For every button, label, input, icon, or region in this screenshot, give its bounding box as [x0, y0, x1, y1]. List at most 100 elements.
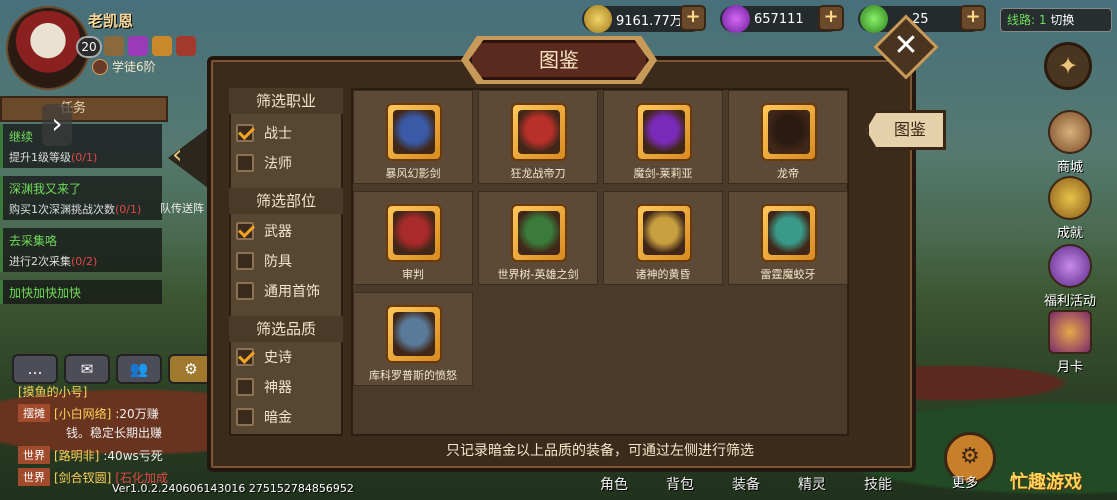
filter-option-warrior[interactable]: 战士: [236, 122, 292, 144]
checkbox[interactable]: [236, 282, 254, 300]
task-item[interactable]: 继续 提升1级等级(0/1): [0, 124, 162, 168]
gauntlet-steel-icon: [386, 305, 442, 363]
main-menu-button[interactable]: ✦: [1044, 42, 1092, 90]
tab-spirit[interactable]: 精灵: [798, 474, 826, 494]
shield-badge-icon: [104, 36, 124, 56]
tab-character[interactable]: 角色: [600, 474, 628, 494]
checkbox[interactable]: [236, 408, 254, 426]
task-desc: 提升1级等级: [9, 151, 71, 164]
filter-heading-quality: 筛选品质: [229, 316, 343, 342]
tab-equipment[interactable]: 装备: [732, 474, 760, 494]
codex-side-tab[interactable]: 图鉴: [866, 110, 946, 150]
filter-option-label: 防具: [264, 254, 292, 270]
filter-option-label: 战士: [264, 126, 292, 142]
item-cell[interactable]: 诸神的黄昏: [603, 191, 723, 285]
gem-value: 657111: [754, 11, 804, 27]
dragon-dark-icon: [761, 103, 817, 161]
line-switch-label: 切换: [1050, 13, 1075, 27]
filter-option-dark-gold[interactable]: 暗金: [236, 406, 292, 428]
monthly-card-button[interactable]: 月卡: [1046, 310, 1094, 375]
codex-footer-note: 只记录暗金以上品质的装备，可通过左侧进行筛选: [446, 443, 754, 459]
item-name: 龙帝: [777, 167, 799, 180]
version-label: Ver1.0.2.240606143016 275152784856952: [112, 482, 354, 495]
filter-option-label: 暗金: [264, 410, 292, 426]
item-cell[interactable]: 龙帝: [728, 90, 848, 184]
chat-text: :40ws亏死: [103, 448, 163, 463]
bottom-nav: 角色 背包 装备 精灵 技能: [600, 474, 892, 494]
filter-option-artifact[interactable]: 神器: [236, 376, 292, 398]
chat-name: [小白网络]: [54, 406, 112, 421]
item-name: 审判: [402, 268, 424, 281]
line-label: 线路: [1007, 13, 1032, 27]
task-title: 加快加快加快: [9, 286, 82, 300]
filter-option-armor[interactable]: 防具: [236, 250, 292, 272]
task-progress: (0/2): [71, 255, 98, 268]
achievement-button[interactable]: 成就: [1046, 176, 1094, 241]
item-cell[interactable]: 雷霆魔蛟牙: [728, 191, 848, 285]
task-item[interactable]: 加快加快加快: [0, 280, 162, 304]
filter-option-accessory[interactable]: 通用首饰: [236, 280, 320, 302]
item-name: 魔剑-莱莉亚: [633, 167, 693, 180]
checkbox[interactable]: [236, 252, 254, 270]
welfare-label: 福利活动: [1043, 294, 1096, 309]
collapse-tasks-button[interactable]: ›: [42, 104, 72, 146]
tab-skill[interactable]: 技能: [864, 474, 892, 494]
filter-option-epic[interactable]: 史诗: [236, 346, 292, 368]
trophy-icon: [1048, 176, 1092, 220]
task-title: 继续: [9, 130, 34, 144]
item-cell[interactable]: 狂龙战帝刀: [478, 90, 598, 184]
task-progress: (0/1): [115, 203, 142, 216]
task-title: 深渊我又来了: [9, 182, 82, 196]
chat-line[interactable]: 摆摊 [小白网络] :20万赚: [18, 402, 218, 424]
task-item[interactable]: 去采集咯 进行2次采集(0/2): [0, 228, 162, 272]
claw-red-icon: [386, 204, 442, 262]
chat-line[interactable]: [摸鱼的小号]: [18, 380, 218, 402]
close-icon[interactable]: ✕: [883, 24, 929, 70]
checkbox-checked[interactable]: [236, 222, 254, 240]
dragon-red-icon: [511, 103, 567, 161]
filter-option-label: 神器: [264, 380, 292, 396]
add-stamina-button[interactable]: +: [960, 5, 986, 31]
task-desc: 进行2次采集: [9, 255, 71, 268]
shop-icon: [1048, 110, 1092, 154]
item-name: 暴风幻影剑: [385, 167, 441, 180]
add-gold-button[interactable]: +: [680, 5, 706, 31]
shop-button[interactable]: 商城: [1046, 110, 1094, 175]
welfare-button[interactable]: 福利活动: [1040, 244, 1100, 309]
task-item[interactable]: 深渊我又来了 购买1次深渊挑战次数(0/1): [0, 176, 162, 220]
filter-option-mage[interactable]: 法师: [236, 152, 292, 174]
checkbox[interactable]: [236, 154, 254, 172]
add-gem-button[interactable]: +: [818, 5, 844, 31]
line-value: 1: [1038, 13, 1047, 27]
item-cell[interactable]: 库科罗普斯的愤怒: [353, 292, 473, 386]
filter-heading-class: 筛选职业: [229, 88, 343, 114]
tasks-tab[interactable]: 任务: [0, 96, 168, 122]
item-cell[interactable]: 审判: [353, 191, 473, 285]
filter-option-weapon[interactable]: 武器: [236, 220, 292, 242]
gift-icon: [1048, 244, 1092, 288]
rank-icon: [92, 58, 108, 75]
filter-heading-slot: 筛选部位: [229, 188, 343, 214]
item-cell[interactable]: 暴风幻影剑: [353, 90, 473, 184]
chat-name: [摸鱼的小号]: [18, 384, 88, 399]
chat-continued: 钱。稳定长期出赚: [66, 426, 163, 440]
tab-bag[interactable]: 背包: [666, 474, 694, 494]
more-label: 更多: [952, 476, 979, 491]
checkbox-checked[interactable]: [236, 124, 254, 142]
gold-value: 9161.77万: [616, 13, 683, 29]
item-cell[interactable]: 世界树-英雄之剑: [478, 191, 598, 285]
line-switch[interactable]: 线路: 1 切换: [1000, 8, 1112, 32]
item-name: 雷霆魔蛟牙: [760, 268, 816, 281]
item-name: 狂龙战帝刀: [510, 167, 566, 180]
chat-name: [路明非]: [54, 448, 100, 463]
checkbox-checked[interactable]: [236, 348, 254, 366]
chat-text: :20万赚: [115, 406, 159, 421]
checkbox[interactable]: [236, 378, 254, 396]
player-rank: 学徒6阶: [92, 58, 156, 75]
item-cell[interactable]: 魔剑-莱莉亚: [603, 90, 723, 184]
task-desc: 购买1次深渊挑战次数: [9, 203, 115, 216]
modal-title: 图鉴: [469, 40, 649, 80]
chat-channel: 世界: [18, 446, 50, 464]
chat-line[interactable]: 世界 [路明非] :40ws亏死: [18, 444, 218, 466]
crown-badge-icon: [152, 36, 172, 56]
